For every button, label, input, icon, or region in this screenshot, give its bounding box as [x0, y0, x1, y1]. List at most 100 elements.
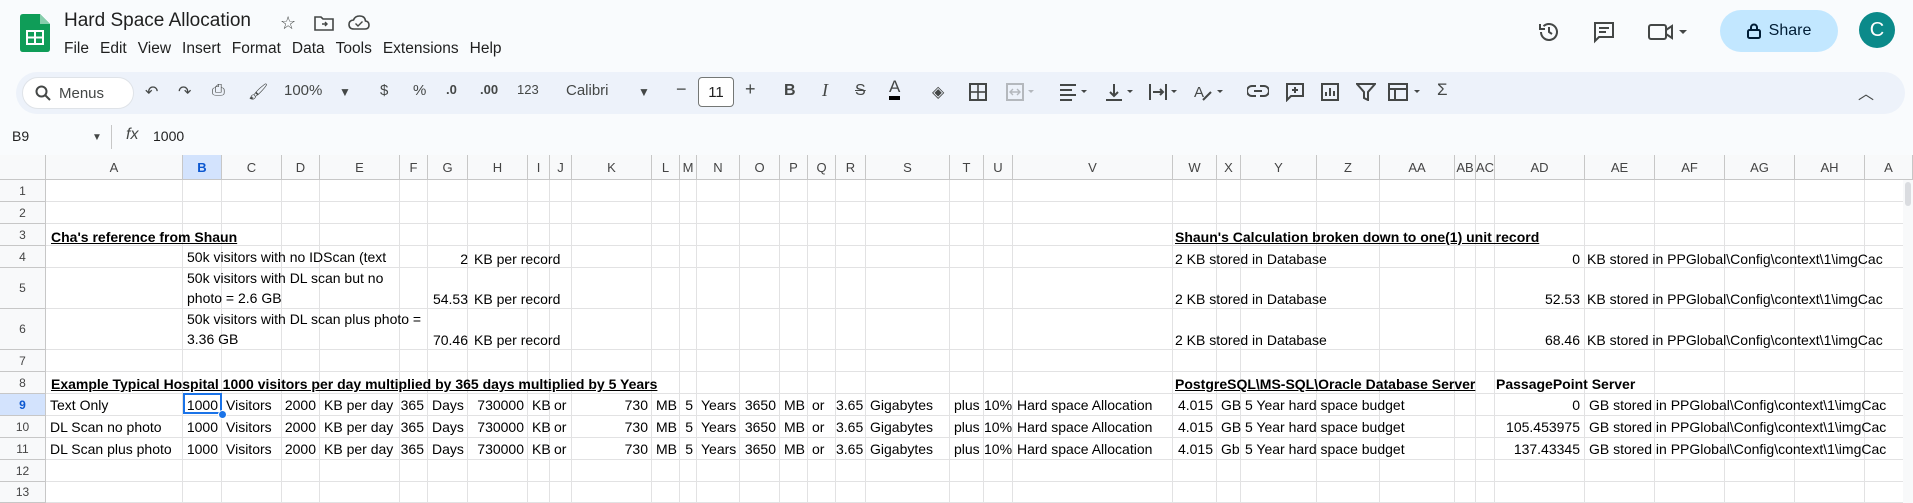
- column-header-I[interactable]: I: [528, 155, 550, 180]
- cell-E11[interactable]: KB per day: [324, 440, 393, 458]
- cell-AE11[interactable]: GB stored in PPGlobal\Config\context\1\i…: [1589, 440, 1886, 458]
- cell-X10[interactable]: GB: [1221, 418, 1241, 436]
- cell-X9[interactable]: GB: [1221, 396, 1241, 414]
- cell-E10[interactable]: KB per day: [324, 418, 393, 436]
- cell-AE4[interactable]: KB stored in PPGlobal\Config\context\1\i…: [1587, 250, 1883, 268]
- redo-icon[interactable]: ↷: [178, 82, 191, 102]
- menu-extensions[interactable]: Extensions: [383, 38, 468, 60]
- filter-views-icon[interactable]: [1388, 83, 1424, 101]
- menu-tools[interactable]: Tools: [336, 38, 381, 60]
- row-header-2[interactable]: 2: [0, 202, 46, 224]
- cell-X11[interactable]: Gb: [1221, 440, 1240, 458]
- column-header-U[interactable]: U: [984, 155, 1013, 180]
- fill-color-icon[interactable]: ◈: [932, 82, 944, 102]
- column-header-O[interactable]: O: [740, 155, 780, 180]
- row-header-9[interactable]: 9: [0, 394, 46, 416]
- cell-V11[interactable]: Hard space Allocation: [1017, 440, 1152, 458]
- cell-A11[interactable]: DL Scan plus photo: [50, 440, 172, 458]
- cell-S11[interactable]: Gigabytes: [870, 440, 933, 458]
- cell-O9[interactable]: 3650: [740, 396, 776, 414]
- cell-R11[interactable]: 3.65: [836, 440, 863, 458]
- cell-L9[interactable]: MB: [656, 396, 677, 414]
- cell-M10[interactable]: 5: [680, 418, 693, 436]
- cell-U9[interactable]: 10%: [984, 396, 1012, 414]
- merge-cells-icon[interactable]: [1006, 83, 1038, 101]
- strikethrough-icon[interactable]: S: [855, 82, 866, 100]
- cell-F10[interactable]: 365: [400, 418, 424, 436]
- cell-I10[interactable]: KB: [532, 418, 551, 436]
- increase-font-size-icon[interactable]: +: [745, 79, 756, 100]
- cell-H4[interactable]: KB per record: [474, 250, 560, 268]
- menu-help[interactable]: Help: [470, 38, 511, 60]
- cell-W3[interactable]: Shaun's Calculation broken down to one(1…: [1175, 228, 1539, 246]
- cell-B10[interactable]: 1000: [183, 418, 218, 436]
- column-header-AE[interactable]: AE: [1585, 155, 1655, 180]
- filter-icon[interactable]: [1356, 83, 1376, 101]
- cell-D11[interactable]: 2000: [282, 440, 316, 458]
- paint-format-icon[interactable]: 🖌︎: [248, 82, 268, 102]
- cell-W8[interactable]: PostgreSQL\MS-SQL\Oracle Database Server: [1175, 375, 1475, 393]
- cell-V9[interactable]: Hard space Allocation: [1017, 396, 1152, 414]
- column-header-W[interactable]: W: [1173, 155, 1217, 180]
- column-header-Z[interactable]: Z: [1317, 155, 1380, 180]
- cell-AD5[interactable]: 52.53: [1430, 290, 1580, 308]
- column-header-T[interactable]: T: [950, 155, 984, 180]
- cell-J11[interactable]: or: [554, 440, 566, 458]
- italic-icon[interactable]: I: [822, 80, 828, 101]
- cell-C9[interactable]: Visitors: [226, 396, 272, 414]
- document-title[interactable]: Hard Space Allocation: [64, 10, 251, 32]
- cell-W6[interactable]: 2 KB stored in Database: [1175, 331, 1327, 349]
- cell-J9[interactable]: or: [554, 396, 566, 414]
- cell-B6[interactable]: 50k visitors with DL scan plus photo = 3…: [187, 309, 427, 349]
- cell-N10[interactable]: Years: [701, 418, 736, 436]
- chevron-down-icon[interactable]: ▼: [638, 85, 650, 99]
- insert-chart-icon[interactable]: [1320, 82, 1340, 102]
- column-header-G[interactable]: G: [428, 155, 468, 180]
- sheets-logo-icon[interactable]: [20, 14, 50, 52]
- cell-T10[interactable]: plus: [954, 418, 980, 436]
- column-header-K[interactable]: K: [572, 155, 652, 180]
- cell-K9[interactable]: 730: [572, 396, 648, 414]
- column-header-N[interactable]: N: [697, 155, 740, 180]
- print-icon[interactable]: ⎙: [212, 82, 225, 100]
- version-history-icon[interactable]: [1537, 20, 1561, 44]
- fill-handle[interactable]: [218, 410, 227, 419]
- vertical-scrollbar[interactable]: [1903, 180, 1913, 503]
- column-header-AH[interactable]: AH: [1795, 155, 1865, 180]
- cell-G5[interactable]: 54.53: [418, 290, 468, 308]
- row-header-5[interactable]: 5: [0, 268, 46, 309]
- cell-P10[interactable]: MB: [784, 418, 805, 436]
- meet-camera-icon[interactable]: [1648, 22, 1688, 42]
- cloud-status-icon[interactable]: [348, 15, 370, 31]
- cell-H11[interactable]: 730000: [468, 440, 524, 458]
- cell-G11[interactable]: Days: [432, 440, 464, 458]
- row-header-3[interactable]: 3: [0, 224, 46, 246]
- cell-AD8[interactable]: PassagePoint Server: [1496, 375, 1635, 393]
- row-header-11[interactable]: 11: [0, 438, 46, 460]
- cell-AD11[interactable]: 137.43345: [1430, 440, 1580, 458]
- cell-H10[interactable]: 730000: [468, 418, 524, 436]
- cell-S9[interactable]: Gigabytes: [870, 396, 933, 414]
- row-header-12[interactable]: 12: [0, 460, 46, 482]
- text-rotation-icon[interactable]: A: [1193, 82, 1227, 102]
- column-header-J[interactable]: J: [550, 155, 572, 180]
- cell-Q9[interactable]: or: [812, 396, 824, 414]
- move-folder-icon[interactable]: [314, 14, 334, 32]
- increase-decimal-button[interactable]: .00: [480, 82, 498, 97]
- row-header-8[interactable]: 8: [0, 372, 46, 394]
- cell-P9[interactable]: MB: [784, 396, 805, 414]
- active-cell-selection[interactable]: [183, 393, 222, 414]
- percent-format-button[interactable]: %: [413, 82, 426, 99]
- cell-M9[interactable]: 5: [680, 396, 693, 414]
- cell-V10[interactable]: Hard space Allocation: [1017, 418, 1152, 436]
- column-header-R[interactable]: R: [836, 155, 866, 180]
- chevron-down-icon[interactable]: ▼: [339, 85, 351, 99]
- column-header-X[interactable]: X: [1217, 155, 1241, 180]
- column-header-AC[interactable]: AC: [1476, 155, 1495, 180]
- cell-B4[interactable]: 50k visitors with no IDScan (text: [187, 248, 386, 266]
- cell-Y9[interactable]: 5 Year hard space budget: [1245, 396, 1405, 414]
- cell-O10[interactable]: 3650: [740, 418, 776, 436]
- cell-A10[interactable]: DL Scan no photo: [50, 418, 162, 436]
- cell-AD6[interactable]: 68.46: [1430, 331, 1580, 349]
- menu-view[interactable]: View: [138, 38, 180, 60]
